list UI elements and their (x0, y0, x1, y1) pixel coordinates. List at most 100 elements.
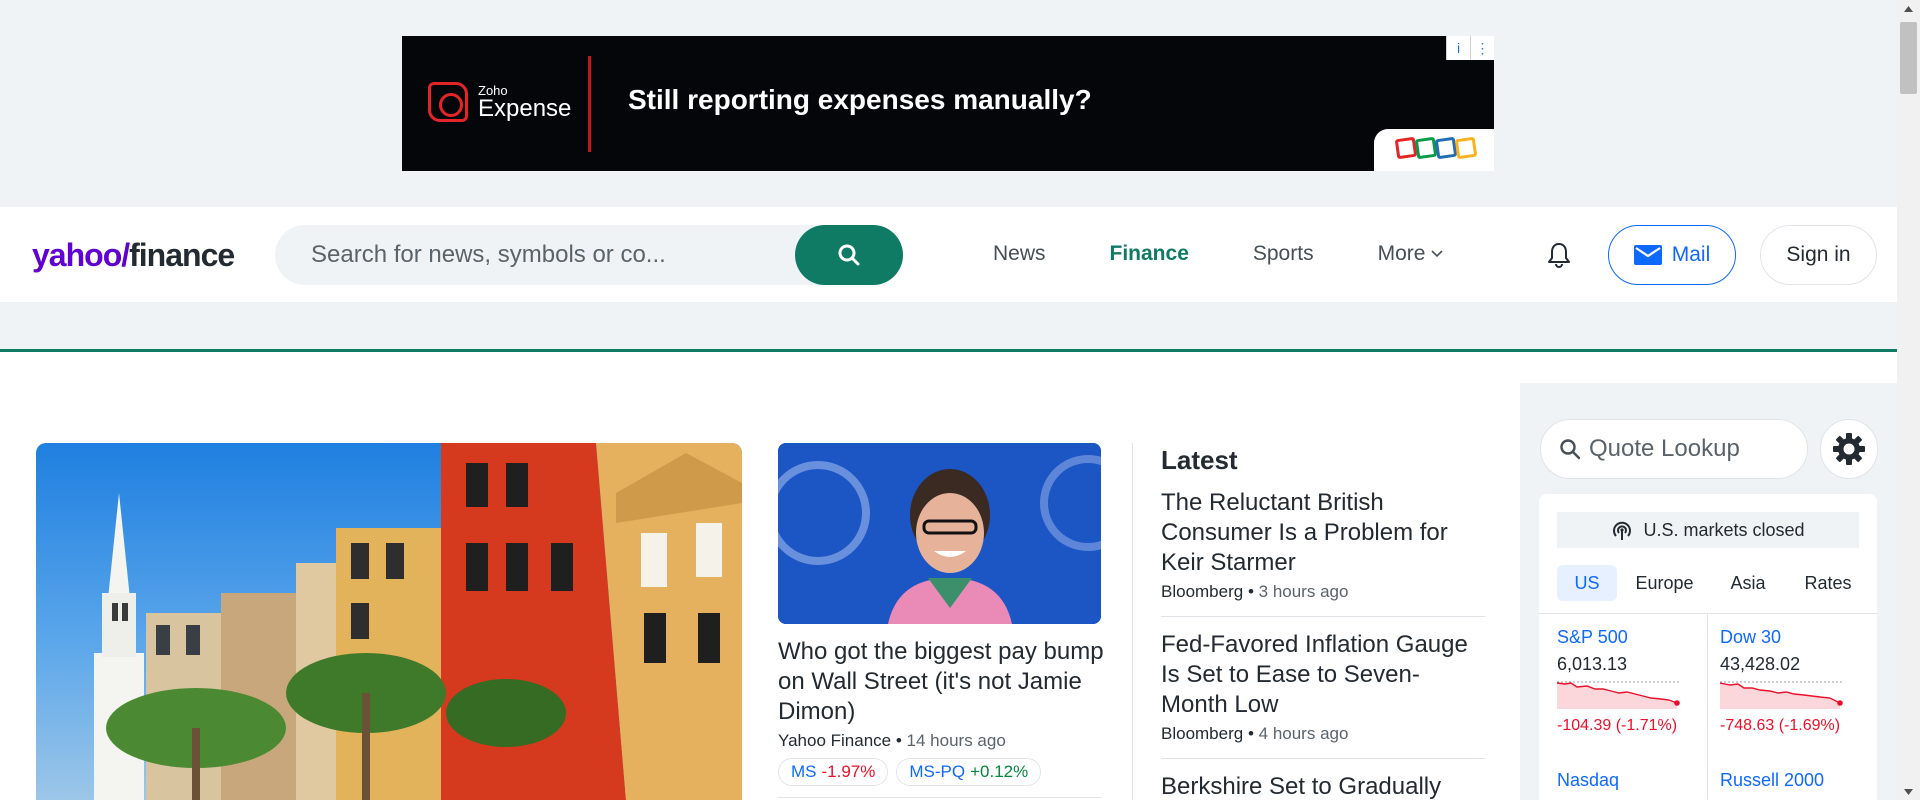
zoho-expense-logo-icon (428, 82, 468, 122)
feature-story-source: Yahoo Finance (778, 731, 892, 750)
ticker-chip[interactable]: MS-PQ +0.12% (896, 758, 1042, 786)
story-meta: Bloomberg • 4 hours ago (1161, 724, 1349, 743)
sign-in-button[interactable]: Sign in (1760, 225, 1877, 285)
scroll-up-arrow-icon[interactable] (1897, 0, 1920, 17)
nav-more-label: More (1377, 242, 1426, 265)
column-divider (1132, 443, 1133, 800)
tab-us[interactable]: US (1557, 565, 1617, 601)
index-name[interactable]: Russell 2000 (1720, 770, 1870, 791)
story-divider (1161, 758, 1485, 759)
chevron-down-icon (1431, 250, 1444, 258)
tab-rates[interactable]: Rates (1784, 565, 1872, 601)
hero-illustration (94, 443, 742, 800)
index-change-value: -104.39 (1557, 717, 1612, 734)
feature-story-title[interactable]: Who got the biggest pay bump on Wall Str… (778, 637, 1108, 727)
feature-story-image[interactable] (778, 443, 1101, 624)
sub-navigation-bar (0, 302, 1897, 349)
mail-button[interactable]: Mail (1608, 225, 1736, 285)
latest-story[interactable]: Fed-Favored Inflation Gauge Is Set to Ea… (1161, 630, 1485, 744)
ticker-change: +0.12% (970, 762, 1029, 781)
index-change-pct: (-1.69%) (1778, 717, 1841, 734)
ad-banner[interactable]: Zoho Expense Still reporting expenses ma… (402, 36, 1494, 171)
index-nasdaq[interactable]: Nasdaq (1557, 770, 1707, 791)
feature-tickers: MS -1.97% MS-PQ +0.12% (778, 758, 1049, 786)
index-price: 6,013.13 (1557, 654, 1628, 674)
ad-headline: Still reporting expenses manually? (628, 84, 1092, 115)
story-source: Bloomberg (1161, 582, 1244, 601)
markets-divider (1539, 613, 1877, 614)
feature-photo (778, 443, 1101, 624)
scrollbar-thumb[interactable] (1900, 22, 1917, 94)
story-source: Bloomberg (1161, 724, 1244, 743)
ticker-change: -1.97% (821, 762, 876, 781)
ticker-symbol: MS-PQ (909, 762, 966, 781)
index-price: 43,428.02 (1720, 654, 1801, 674)
feature-story-time: 14 hours ago (906, 731, 1006, 750)
zoho-logo-icon (1374, 129, 1494, 171)
broadcast-icon (1613, 521, 1632, 540)
tab-asia[interactable]: Asia (1712, 565, 1784, 601)
ad-banner-area: Zoho Expense Still reporting expenses ma… (0, 0, 1897, 207)
index-change-pct: (-1.71%) (1615, 717, 1678, 734)
gear-icon (1833, 433, 1865, 465)
search-input[interactable] (311, 225, 791, 285)
main-nav: News Finance Sports More (993, 242, 1507, 266)
ad-brand-big: Expense (478, 94, 572, 122)
market-status-badge: U.S. markets closed (1557, 512, 1859, 548)
nav-more[interactable]: More (1378, 242, 1444, 266)
index-sp500[interactable]: S&P 500 6,013.13 -104.39 (-1.71%) (1557, 627, 1707, 735)
index-name[interactable]: Nasdaq (1557, 770, 1707, 791)
brand-finance: finance (129, 237, 235, 273)
site-header: yahoo/finance News Finance Sports More (0, 207, 1897, 302)
search-icon (838, 244, 860, 266)
ad-divider (588, 56, 591, 152)
index-change-value: -748.63 (1720, 717, 1775, 734)
yahoo-finance-logo[interactable]: yahoo/finance (32, 237, 235, 274)
market-region-tabs: US Europe Asia Rates (1557, 565, 1877, 601)
story-time: 3 hours ago (1258, 582, 1349, 601)
search-bar (275, 225, 903, 285)
bell-icon (1548, 243, 1570, 269)
nav-finance[interactable]: Finance (1110, 242, 1189, 266)
page-scrollbar[interactable] (1897, 0, 1920, 800)
market-status-text: U.S. markets closed (1643, 519, 1805, 540)
index-name[interactable]: S&P 500 (1557, 627, 1707, 648)
index-sparkline (1720, 681, 1844, 709)
card-divider (778, 797, 1101, 798)
ad-menu-icon[interactable]: ⋮ (1470, 36, 1494, 60)
latest-heading: Latest (1161, 445, 1238, 475)
quote-lookup-input[interactable] (1589, 435, 1789, 463)
story-meta: Bloomberg • 3 hours ago (1161, 582, 1349, 601)
hero-story-image[interactable] (36, 443, 742, 800)
scroll-down-arrow-icon[interactable] (1897, 783, 1920, 800)
markets-settings-button[interactable] (1820, 419, 1878, 479)
latest-story[interactable]: The Reluctant British Consumer Is a Prob… (1161, 488, 1485, 602)
markets-card: U.S. markets closed US Europe Asia Rates… (1539, 494, 1877, 800)
ad-logo: Zoho Expense (428, 82, 571, 122)
index-russell2000[interactable]: Russell 2000 (1720, 770, 1870, 791)
ticker-symbol: MS (791, 762, 817, 781)
story-title[interactable]: The Reluctant British Consumer Is a Prob… (1161, 488, 1485, 578)
search-button[interactable] (795, 225, 903, 285)
tab-europe[interactable]: Europe (1617, 565, 1712, 601)
index-dow30[interactable]: Dow 30 43,428.02 -748.63 (-1.69%) (1720, 627, 1870, 735)
story-title[interactable]: Fed-Favored Inflation Gauge Is Set to Ea… (1161, 630, 1485, 720)
mail-label: Mail (1671, 243, 1711, 266)
quote-lookup-bar (1540, 419, 1808, 479)
markets-column-divider (1707, 614, 1708, 800)
index-change: -748.63 (-1.69%) (1720, 717, 1870, 735)
ticker-chip[interactable]: MS -1.97% (778, 758, 889, 786)
latest-story[interactable]: Berkshire Set to Gradually (1161, 772, 1485, 800)
search-icon (1560, 439, 1581, 460)
index-name[interactable]: Dow 30 (1720, 627, 1870, 648)
accent-divider (0, 349, 1897, 352)
nav-news[interactable]: News (993, 242, 1046, 266)
notifications-button[interactable] (1546, 241, 1572, 274)
story-title[interactable]: Berkshire Set to Gradually (1161, 772, 1485, 800)
brand-yahoo: yahoo/ (32, 237, 130, 273)
index-change: -104.39 (-1.71%) (1557, 717, 1707, 735)
index-sparkline (1557, 681, 1681, 709)
ad-info-icon[interactable]: i (1446, 36, 1470, 60)
nav-sports[interactable]: Sports (1253, 242, 1314, 266)
story-divider (1161, 616, 1485, 617)
